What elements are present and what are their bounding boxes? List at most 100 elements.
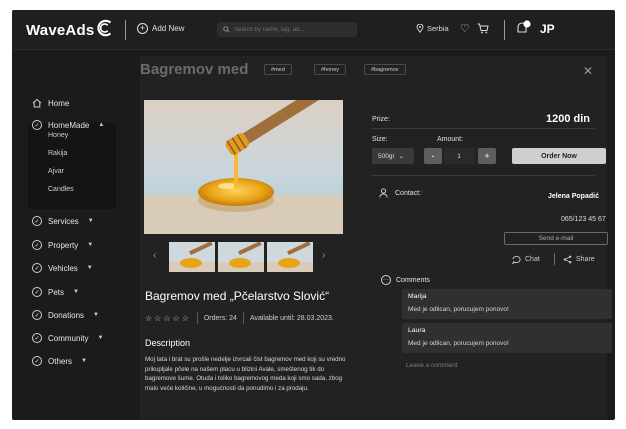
chevron-down-icon: ▼ bbox=[73, 289, 79, 295]
submenu-item-rakija[interactable]: Rakija bbox=[48, 150, 67, 157]
comment-text: Med je odlican, porucujem ponovo! bbox=[408, 306, 509, 313]
divider bbox=[196, 312, 198, 324]
send-email-button[interactable]: Send e-mail bbox=[504, 232, 608, 245]
logo-text[interactable]: WaveAds bbox=[26, 22, 94, 39]
divider bbox=[125, 20, 126, 40]
comment-author: Laura bbox=[408, 327, 426, 334]
circle-check-icon: ✓ bbox=[32, 310, 42, 320]
sidebar-item-pets[interactable]: ✓ Pets ▼ bbox=[32, 287, 79, 297]
modal-title: Bagremov med bbox=[140, 61, 249, 78]
plus-circle-icon: + bbox=[137, 23, 148, 34]
sidebar-item-label: Services bbox=[48, 216, 79, 226]
share-button[interactable]: Share bbox=[563, 255, 595, 264]
chevron-right-icon[interactable]: › bbox=[322, 250, 325, 261]
submenu-item-candles[interactable]: Candles bbox=[48, 186, 74, 193]
sidebar-item-services[interactable]: ✓ Services ▼ bbox=[32, 216, 94, 226]
comment-icon: ··· bbox=[381, 275, 391, 285]
user-avatar[interactable]: JP bbox=[540, 22, 555, 36]
notification-bell-icon[interactable] bbox=[515, 20, 531, 35]
order-now-button[interactable]: Order Now bbox=[512, 148, 606, 164]
tag-chip[interactable]: #honey bbox=[314, 64, 347, 75]
heart-icon[interactable]: ♡ bbox=[460, 22, 470, 35]
increase-amount-button[interactable]: + bbox=[478, 148, 496, 164]
product-meta: ☆☆☆☆☆ Orders: 24 Available until: 28.03.… bbox=[145, 312, 334, 324]
chevron-down-icon: ▼ bbox=[93, 312, 99, 318]
contact-label: Contact: bbox=[395, 190, 422, 197]
chevron-up-icon: ▲ bbox=[98, 122, 105, 128]
sidebar-item-label: Donations bbox=[48, 310, 85, 320]
chevron-left-icon[interactable]: ‹ bbox=[153, 250, 156, 261]
divider bbox=[371, 128, 595, 129]
description-text: Moj tata i brat su prošle nedelje izvrca… bbox=[145, 356, 346, 392]
amount-label: Amount: bbox=[437, 136, 464, 143]
chevron-down-icon: ▼ bbox=[86, 265, 93, 271]
orders-count: Orders: 24 bbox=[203, 314, 237, 322]
location-pin-icon bbox=[416, 24, 424, 33]
decrease-amount-button[interactable]: - bbox=[424, 148, 442, 164]
share-icon bbox=[563, 255, 572, 264]
sidebar-item-others[interactable]: ✓ Others ▼ bbox=[32, 356, 87, 366]
circle-check-icon: ✓ bbox=[32, 240, 42, 250]
region-label: Serbia bbox=[427, 24, 449, 33]
comment-text: Med je odlican, porucujem ponovo! bbox=[408, 340, 509, 347]
sidebar-item-label: Vehicles bbox=[48, 263, 78, 273]
sidebar-item-property[interactable]: ✓ Property ▼ bbox=[32, 240, 93, 250]
leave-comment-input[interactable]: Leave a comment bbox=[406, 362, 458, 369]
submenu-item-honey[interactable]: Honey bbox=[48, 132, 68, 139]
sidebar-item-label: Pets bbox=[48, 287, 65, 297]
available-until: Available until: 28.03.2023. bbox=[249, 314, 334, 322]
contact-name: Jelena Popadić bbox=[548, 193, 599, 200]
sidebar-item-donations[interactable]: ✓ Donations ▼ bbox=[32, 310, 99, 320]
sidebar-item-home[interactable]: Home bbox=[32, 98, 69, 108]
homemade-submenu: Honey Rakija Ajvar Candles bbox=[28, 123, 116, 209]
wave-logo-icon bbox=[97, 19, 112, 37]
thumbnail-image[interactable] bbox=[169, 242, 215, 272]
size-select[interactable]: 500gr ⌄ bbox=[372, 148, 414, 164]
sidebar-item-vehicles[interactable]: ✓ Vehicles ▼ bbox=[32, 263, 93, 273]
sidebar-item-homemade[interactable]: ✓ HomeMade ▲ bbox=[32, 120, 104, 130]
region-selector[interactable]: Serbia bbox=[416, 24, 449, 33]
sidebar: Home Honey Rakija Ajvar Candles ✓ HomeMa… bbox=[12, 51, 116, 420]
search-bar[interactable] bbox=[217, 22, 357, 37]
app-window: WaveAds + Add New Serbia ♡ bbox=[12, 10, 615, 420]
cart-icon[interactable] bbox=[477, 23, 489, 34]
circle-check-icon: ✓ bbox=[32, 287, 42, 297]
add-new-label: Add New bbox=[152, 24, 185, 33]
add-new-button[interactable]: + Add New bbox=[137, 23, 184, 34]
search-input[interactable] bbox=[234, 26, 349, 33]
comment-author: Marija bbox=[408, 293, 427, 300]
circle-check-icon: ✓ bbox=[32, 356, 42, 366]
close-icon[interactable]: ✕ bbox=[583, 64, 593, 78]
size-value: 500gr bbox=[378, 152, 395, 160]
thumbnail-strip: ‹ › bbox=[140, 242, 350, 274]
chevron-down-icon: ⌄ bbox=[398, 153, 404, 160]
product-photo bbox=[144, 100, 343, 234]
chevron-down-icon: ▼ bbox=[87, 218, 94, 224]
chevron-down-icon: ▼ bbox=[97, 335, 104, 341]
share-label: Share bbox=[576, 256, 595, 263]
chevron-down-icon: ▼ bbox=[87, 242, 94, 248]
chat-button[interactable]: Chat bbox=[512, 255, 540, 264]
price-value: 1200 din bbox=[546, 113, 591, 125]
chat-label: Chat bbox=[525, 256, 540, 263]
sidebar-item-label: Community bbox=[48, 333, 89, 343]
comment-item: Laura Med je odlican, porucujem ponovo! bbox=[402, 323, 612, 353]
sidebar-item-label: HomeMade bbox=[48, 120, 90, 130]
prize-label: Prize: bbox=[372, 116, 390, 123]
circle-check-icon: ✓ bbox=[32, 333, 42, 343]
circle-check-icon: ✓ bbox=[32, 120, 42, 130]
circle-check-icon: ✓ bbox=[32, 263, 42, 273]
sidebar-item-community[interactable]: ✓ Community ▼ bbox=[32, 333, 103, 343]
sidebar-item-label: Others bbox=[48, 356, 73, 366]
rating-stars[interactable]: ☆☆☆☆☆ bbox=[145, 314, 191, 323]
thumbnail-image[interactable] bbox=[218, 242, 264, 272]
sidebar-item-label: Property bbox=[48, 240, 79, 250]
amount-value[interactable]: 1 bbox=[444, 148, 474, 164]
tag-chip[interactable]: #bagremov bbox=[364, 64, 406, 75]
tag-chip[interactable]: #med bbox=[264, 64, 292, 75]
size-label: Size: bbox=[372, 136, 388, 143]
submenu-item-ajvar[interactable]: Ajvar bbox=[48, 168, 64, 175]
thumbnail-image[interactable] bbox=[267, 242, 313, 272]
chat-bubble-icon bbox=[512, 255, 521, 264]
chevron-down-icon: ▼ bbox=[81, 358, 87, 364]
